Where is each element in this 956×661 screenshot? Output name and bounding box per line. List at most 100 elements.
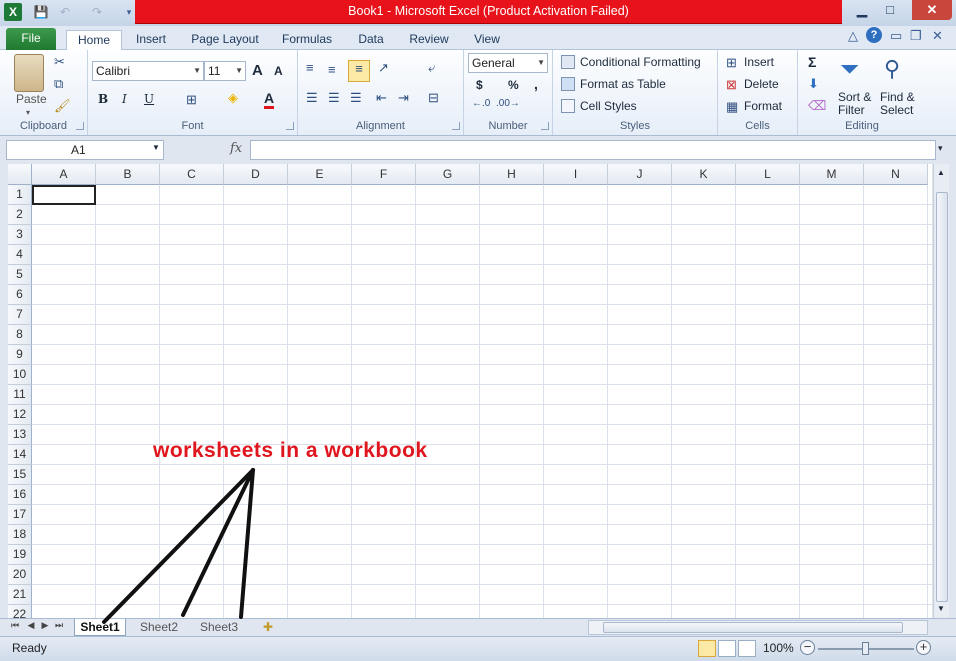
borders-icon[interactable]: ⊞ — [186, 92, 197, 108]
select-all-corner[interactable] — [8, 164, 32, 185]
clear-icon[interactable]: ⌫ — [808, 98, 826, 114]
zoom-in-icon[interactable]: + — [916, 640, 931, 655]
row-header[interactable]: 5 — [8, 265, 32, 285]
first-sheet-icon[interactable]: ⏮ — [8, 620, 22, 631]
top-align-icon[interactable]: ≡ — [306, 60, 314, 75]
shrink-font-button[interactable]: A — [274, 64, 283, 78]
format-painter-icon[interactable]: 🖌 — [54, 98, 71, 114]
row-header[interactable]: 4 — [8, 245, 32, 265]
underline-button[interactable]: U — [144, 92, 154, 106]
delete-cells-button[interactable]: Delete — [744, 77, 779, 91]
sheet-tab-1[interactable]: Sheet1 — [74, 619, 126, 636]
column-header[interactable]: C — [160, 164, 224, 185]
zoom-out-icon[interactable]: − — [800, 640, 815, 655]
column-header[interactable]: N — [864, 164, 928, 185]
active-cell-a1[interactable] — [32, 185, 96, 205]
orientation-icon[interactable]: ↗ — [378, 60, 389, 76]
conditional-formatting-button[interactable]: Conditional Formatting — [580, 55, 701, 69]
row-header[interactable]: 7 — [8, 305, 32, 325]
cell-styles-button[interactable]: Cell Styles — [580, 99, 637, 113]
tab-file[interactable]: File — [6, 28, 56, 50]
prev-sheet-icon[interactable]: ◀ — [24, 620, 38, 631]
sheet-tab-3[interactable]: Sheet3 — [192, 619, 246, 636]
middle-align-icon[interactable]: ≡ — [328, 62, 336, 77]
tab-page-layout[interactable]: Page Layout — [186, 30, 264, 50]
font-name-combo[interactable]: Calibri ▼ — [92, 61, 204, 81]
column-header[interactable]: F — [352, 164, 416, 185]
comma-button[interactable]: , — [534, 76, 538, 92]
find-select-label-2[interactable]: Select — [880, 103, 913, 117]
scroll-down-icon[interactable]: ▼ — [937, 604, 945, 613]
column-header[interactable]: G — [416, 164, 480, 185]
row-header[interactable]: 20 — [8, 565, 32, 585]
increase-indent-icon[interactable]: ⇥ — [398, 90, 409, 106]
save-icon[interactable]: 💾 — [32, 4, 50, 21]
align-left-icon[interactable]: ☰ — [306, 90, 318, 106]
sort-filter-label-2[interactable]: Filter — [838, 103, 865, 117]
last-sheet-icon[interactable]: ⏭ — [52, 620, 66, 631]
normal-view-icon[interactable] — [698, 640, 716, 657]
column-header[interactable]: M — [800, 164, 864, 185]
wrap-text-icon[interactable]: ⤶ — [428, 60, 435, 76]
vertical-scrollbar[interactable]: ▲ ▼ — [933, 164, 949, 618]
redo-icon[interactable]: ↷ — [88, 4, 106, 21]
row-header[interactable]: 13 — [8, 425, 32, 445]
sort-filter-label-1[interactable]: Sort & — [838, 90, 871, 104]
row-header[interactable]: 8 — [8, 325, 32, 345]
name-box[interactable]: A1 — [6, 140, 164, 160]
row-header[interactable]: 21 — [8, 585, 32, 605]
help-icon[interactable]: ? — [866, 27, 882, 43]
column-header[interactable]: L — [736, 164, 800, 185]
row-header[interactable]: 3 — [8, 225, 32, 245]
horizontal-scrollbar[interactable] — [588, 620, 928, 635]
horizontal-scroll-thumb[interactable] — [603, 622, 903, 633]
find-select-label-1[interactable]: Find & — [880, 90, 915, 104]
minimize-ribbon-icon[interactable]: △ — [848, 28, 858, 44]
currency-button[interactable]: $ — [476, 78, 483, 92]
column-header[interactable]: I — [544, 164, 608, 185]
undo-icon[interactable]: ↶ — [56, 4, 74, 21]
formula-input[interactable] — [250, 140, 936, 160]
row-header[interactable]: 22 — [8, 605, 32, 618]
close-button[interactable]: ✕ — [912, 0, 952, 20]
row-header[interactable]: 10 — [8, 365, 32, 385]
row-header[interactable]: 19 — [8, 545, 32, 565]
tab-data[interactable]: Data — [350, 30, 392, 50]
page-break-view-icon[interactable] — [738, 640, 756, 657]
merge-center-icon[interactable]: ⊟ — [428, 90, 439, 106]
column-header[interactable]: H — [480, 164, 544, 185]
increase-decimal-icon[interactable]: ←.0 — [472, 98, 490, 109]
column-header[interactable]: D — [224, 164, 288, 185]
row-header[interactable]: 17 — [8, 505, 32, 525]
row-header[interactable]: 15 — [8, 465, 32, 485]
copy-icon[interactable]: ⧉ — [54, 76, 63, 92]
row-header[interactable]: 12 — [8, 405, 32, 425]
maximize-button[interactable]: □ — [876, 0, 904, 20]
expand-formula-bar-icon[interactable]: ▾ — [938, 143, 943, 154]
next-sheet-icon[interactable]: ▶ — [38, 620, 52, 631]
row-header[interactable]: 1 — [8, 185, 32, 205]
tab-home[interactable]: Home — [66, 30, 122, 51]
paste-button[interactable]: Paste — [16, 92, 47, 106]
autosum-button[interactable]: Σ — [808, 54, 816, 70]
bottom-align-icon[interactable]: ≡ — [348, 60, 370, 82]
row-header[interactable]: 14 — [8, 445, 32, 465]
number-dialog-launcher[interactable] — [541, 122, 549, 130]
workbook-restore-icon[interactable]: ❐ — [910, 28, 922, 44]
insert-cells-button[interactable]: Insert — [744, 55, 774, 69]
bold-button[interactable]: B — [98, 92, 108, 106]
column-header[interactable]: E — [288, 164, 352, 185]
row-header[interactable]: 2 — [8, 205, 32, 225]
worksheet-grid[interactable]: A B C D E F G H I J K L M N 1 2 3 4 5 6 7 8 9 10 11 12 13 14 15 16 17 1… — [8, 164, 932, 618]
decrease-indent-icon[interactable]: ⇤ — [376, 90, 387, 106]
zoom-level[interactable]: 100% — [763, 641, 794, 655]
number-format-combo[interactable]: General ▼ — [468, 53, 548, 73]
tab-review[interactable]: Review — [402, 30, 456, 50]
row-header[interactable]: 9 — [8, 345, 32, 365]
insert-sheet-icon[interactable]: ✚ — [256, 619, 280, 636]
name-box-dropdown-icon[interactable]: ▼ — [152, 143, 160, 152]
tab-formulas[interactable]: Formulas — [276, 30, 338, 50]
insert-function-button[interactable]: fx — [230, 141, 242, 156]
row-header[interactable]: 16 — [8, 485, 32, 505]
fill-color-icon[interactable]: ◈ — [228, 90, 238, 106]
